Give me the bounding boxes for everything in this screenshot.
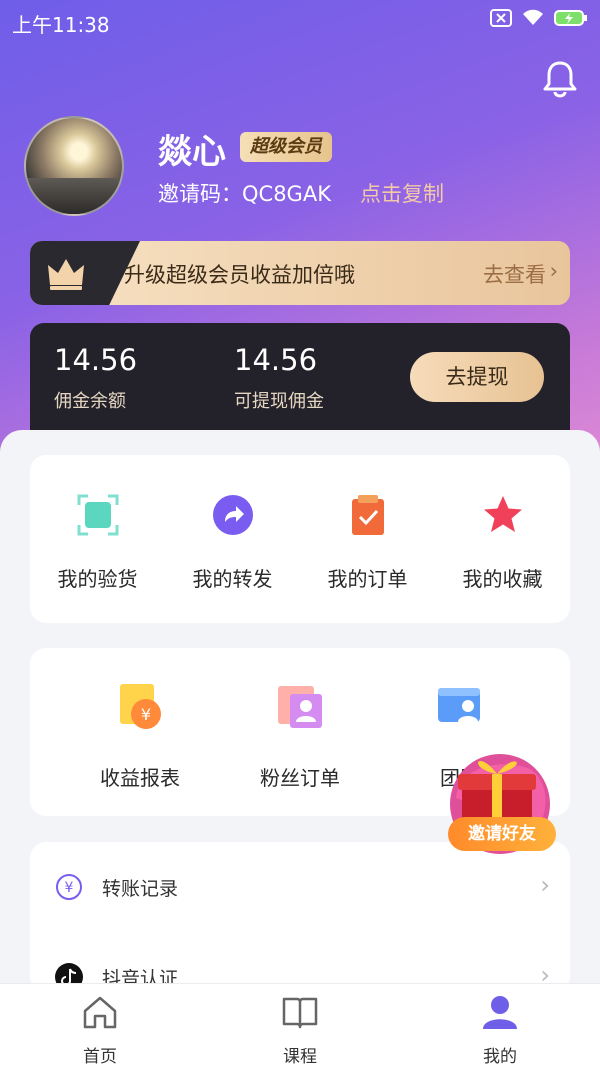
menu-item-forward[interactable]: 我的转发 (165, 493, 300, 592)
menu-item-label: 粉丝订单 (260, 766, 340, 790)
user-icon (483, 996, 517, 1029)
bottom-tab-bar: 首页 课程 我的 (0, 983, 600, 1067)
chevron-right-icon: › (549, 259, 558, 283)
svg-text:¥: ¥ (65, 880, 74, 896)
withdrawable-value: 14.56 (234, 343, 318, 377)
user-nickname: 燚心 (158, 132, 226, 172)
tab-label: 课程 (283, 1047, 317, 1067)
status-time: 上午11:38 (12, 13, 110, 37)
wallet-card: 14.56 佣金余额 14.56 可提现佣金 去提现 (30, 323, 570, 443)
sim-off-icon (490, 9, 512, 27)
earnings-report-icon: ¥ (120, 684, 161, 729)
menu-item-fans-orders[interactable]: 粉丝订单 (220, 680, 380, 791)
menu-item-orders[interactable]: 我的订单 (300, 493, 435, 592)
svg-text:¥: ¥ (141, 705, 151, 724)
share-icon (212, 495, 253, 535)
balance-value: 14.56 (54, 343, 138, 377)
menu-item-label: 我的订单 (327, 567, 408, 591)
home-icon (83, 996, 117, 1029)
vip-badge: 超级会员 (240, 132, 332, 162)
status-bar: 上午11:38 (0, 0, 600, 40)
tab-home[interactable]: 首页 (0, 984, 200, 1067)
team-icon (438, 688, 480, 722)
transfer-icon: ¥ (56, 874, 82, 900)
wifi-icon (523, 9, 543, 25)
menu-item-label: 我的转发 (192, 567, 273, 591)
fans-order-icon (278, 686, 322, 728)
menu-item-earnings-report[interactable]: ¥ 收益报表 (60, 680, 220, 791)
copy-invite-code-button[interactable]: 点击复制 (360, 178, 444, 208)
menu-item-label: 我的收藏 (462, 567, 543, 591)
star-icon (483, 496, 522, 532)
avatar-photo (26, 177, 122, 214)
tab-mine[interactable]: 我的 (400, 984, 600, 1067)
system-indicators (490, 9, 588, 27)
book-icon (282, 997, 318, 1029)
inspect-icon (77, 494, 118, 536)
list-item-transfer-records[interactable]: ¥ 转账记录 › (50, 858, 550, 918)
invite-friends-button[interactable]: 邀请好友 (448, 817, 556, 851)
withdrawable-label: 可提现佣金 (234, 391, 324, 412)
tab-label: 首页 (83, 1047, 117, 1067)
battery-charging-icon (554, 10, 587, 26)
settings-list-card: ¥ 转账记录 › 抖音认证 › (30, 842, 570, 992)
withdraw-button[interactable]: 去提现 (410, 352, 544, 402)
menu-item-label: 收益报表 (100, 766, 180, 790)
order-icon (351, 495, 384, 535)
upgrade-vip-banner[interactable]: 升级超级会员收益加倍哦 去查看 › (30, 241, 570, 305)
chevron-right-icon: › (540, 871, 550, 899)
balance-label: 佣金余额 (54, 391, 126, 412)
avatar[interactable] (24, 116, 124, 216)
menu-item-favorites[interactable]: 我的收藏 (435, 493, 570, 592)
upgrade-banner-text: 升级超级会员收益加倍哦 (124, 263, 355, 287)
tab-course[interactable]: 课程 (200, 984, 400, 1067)
quick-menu-card: 我的验货 我的转发 我的订单 我的收藏 (30, 455, 570, 623)
tab-label: 我的 (483, 1047, 517, 1067)
menu-item-label: 我的验货 (57, 567, 138, 591)
invite-code: 邀请码：QC8GAK (158, 182, 331, 206)
upgrade-banner-action[interactable]: 去查看 (483, 259, 546, 289)
list-item-label: 转账记录 (102, 878, 179, 900)
menu-item-inspection[interactable]: 我的验货 (30, 493, 165, 592)
notification-bell-icon[interactable] (540, 58, 580, 98)
crown-icon (48, 259, 84, 290)
